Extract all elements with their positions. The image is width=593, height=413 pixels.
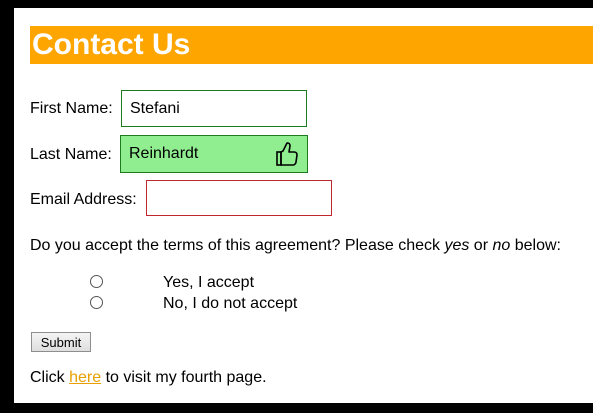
radio-no-circle[interactable] — [90, 296, 103, 309]
header-banner: Contact Us — [30, 26, 593, 64]
terms-or: or — [469, 237, 493, 254]
terms-text-before: Do you accept the terms of this agreemen… — [30, 237, 445, 254]
page: Contact Us First Name: Last Name: Email … — [14, 8, 593, 403]
first-name-label: First Name: — [30, 100, 113, 117]
radio-no[interactable] — [90, 296, 103, 314]
submit-button[interactable]: Submit — [31, 332, 91, 352]
thumbs-up-hand-icon — [276, 142, 298, 166]
last-name-label: Last Name: — [30, 146, 112, 163]
option-yes-label: Yes, I accept — [163, 274, 255, 291]
radio-yes-circle[interactable] — [90, 275, 103, 288]
terms-text-after: below: — [510, 237, 561, 254]
page-title: Contact Us — [32, 28, 191, 61]
email-field[interactable] — [146, 180, 332, 216]
fourth-page-link[interactable]: here — [69, 369, 101, 386]
first-name-field[interactable] — [121, 90, 307, 127]
terms-no-word: no — [492, 237, 511, 254]
email-label: Email Address: — [30, 191, 137, 208]
terms-question: Do you accept the terms of this agreemen… — [30, 237, 561, 255]
footer-text-before: Click — [30, 369, 70, 386]
terms-yes-word: yes — [444, 237, 470, 254]
radio-yes[interactable] — [90, 275, 103, 293]
option-no-label: No, I do not accept — [163, 295, 298, 312]
footer-text-after: to visit my fourth page. — [101, 369, 267, 386]
footer-text: Click here to visit my fourth page. — [30, 369, 267, 387]
